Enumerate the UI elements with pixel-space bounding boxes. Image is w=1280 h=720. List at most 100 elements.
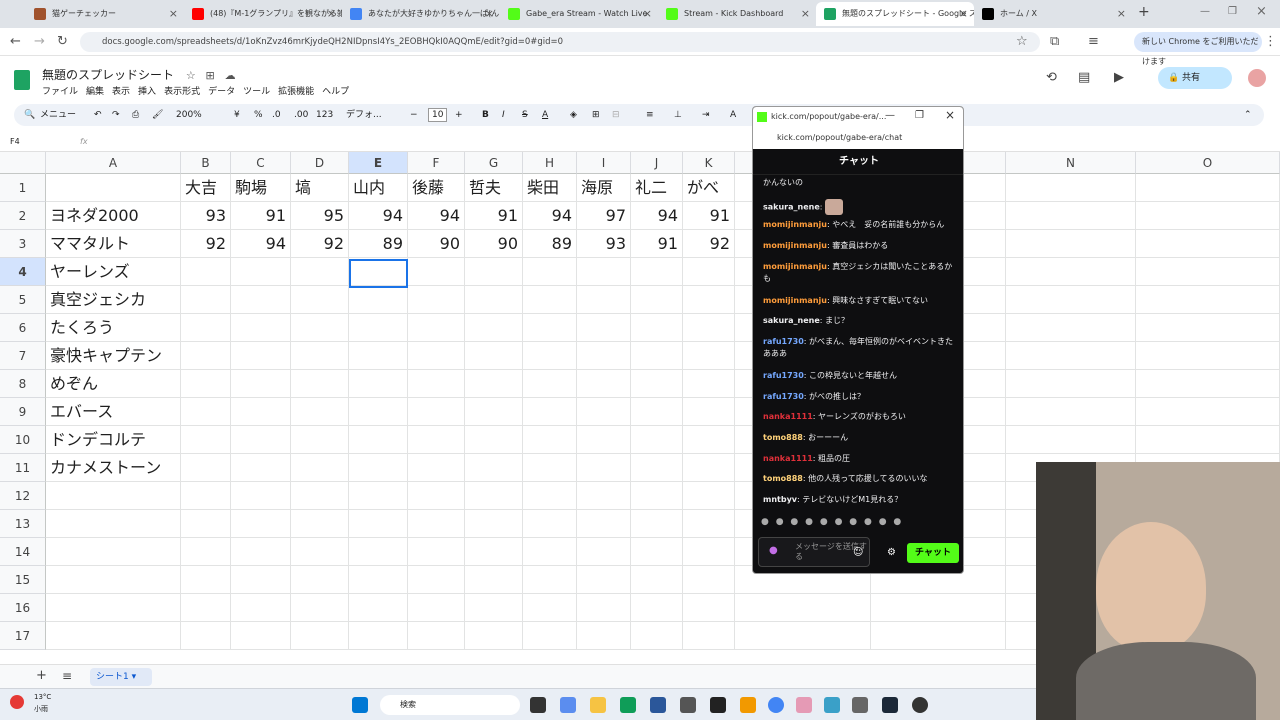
cell[interactable]	[871, 622, 1006, 650]
cell[interactable]: 礼二	[631, 174, 683, 202]
maximize-icon[interactable]: ❐	[915, 110, 924, 121]
cell[interactable]	[465, 342, 523, 370]
cell[interactable]	[1006, 174, 1136, 202]
menu-file[interactable]: ファイル	[42, 87, 78, 97]
star-icon[interactable]: ☆	[186, 69, 196, 82]
col-header-D[interactable]: D	[291, 152, 349, 174]
cell[interactable]	[1136, 230, 1280, 258]
cell[interactable]	[1136, 370, 1280, 398]
task-view-icon[interactable]	[530, 697, 546, 713]
more-formats-button[interactable]: 123	[316, 104, 333, 126]
cell[interactable]	[465, 594, 523, 622]
cell[interactable]	[349, 510, 408, 538]
cell[interactable]	[408, 622, 465, 650]
col-header-J[interactable]: J	[631, 152, 683, 174]
cell[interactable]	[631, 566, 683, 594]
cell[interactable]	[1006, 398, 1136, 426]
obs-icon[interactable]	[912, 697, 928, 713]
cell[interactable]	[46, 510, 181, 538]
cell[interactable]	[1136, 202, 1280, 230]
cell[interactable]	[46, 538, 181, 566]
cell[interactable]	[349, 538, 408, 566]
redo-icon[interactable]: ↷	[112, 104, 120, 126]
cell[interactable]	[577, 594, 631, 622]
cell[interactable]	[181, 594, 231, 622]
minimize-icon[interactable]: —	[885, 110, 895, 121]
col-header-O[interactable]: O	[1136, 152, 1280, 174]
cell[interactable]	[231, 594, 291, 622]
cell[interactable]	[231, 342, 291, 370]
row-header[interactable]: 17	[0, 622, 46, 650]
cell[interactable]	[181, 454, 231, 482]
cell[interactable]	[465, 622, 523, 650]
cell[interactable]	[631, 286, 683, 314]
cell[interactable]: 91	[683, 202, 735, 230]
row-header[interactable]: 13	[0, 510, 46, 538]
cell[interactable]: 94	[349, 202, 408, 230]
cell[interactable]	[1006, 202, 1136, 230]
cell[interactable]	[577, 398, 631, 426]
cell[interactable]	[1006, 342, 1136, 370]
row-header[interactable]: 8	[0, 370, 46, 398]
cell[interactable]	[683, 398, 735, 426]
cell[interactable]	[46, 594, 181, 622]
row-header[interactable]: 3	[0, 230, 46, 258]
col-header-H[interactable]: H	[523, 152, 577, 174]
taskbar-search[interactable]: 検索	[380, 695, 520, 715]
cell[interactable]	[631, 538, 683, 566]
cell[interactable]	[231, 566, 291, 594]
cell[interactable]	[523, 258, 577, 286]
cell[interactable]	[291, 454, 349, 482]
cell[interactable]	[577, 454, 631, 482]
cell[interactable]	[46, 174, 181, 202]
chat-username[interactable]: tomo888	[763, 474, 803, 483]
cell[interactable]	[683, 314, 735, 342]
chat-username[interactable]: mntbyv	[763, 495, 797, 504]
rotate-icon[interactable]: A	[730, 104, 736, 126]
menu-insert[interactable]: 挿入	[138, 87, 156, 97]
cell[interactable]	[1006, 230, 1136, 258]
select-all-corner[interactable]	[0, 152, 46, 174]
menu-extensions[interactable]: 拡張機能	[278, 87, 314, 97]
cell[interactable]	[577, 258, 631, 286]
cell[interactable]	[408, 566, 465, 594]
cell[interactable]	[631, 594, 683, 622]
maximize-icon[interactable]: ❐	[1228, 6, 1237, 17]
cell[interactable]	[408, 510, 465, 538]
cell[interactable]	[577, 538, 631, 566]
cell[interactable]	[231, 286, 291, 314]
store-icon[interactable]	[650, 697, 666, 713]
close-window-icon[interactable]: ×	[1256, 4, 1267, 19]
chat-username[interactable]: nanka1111	[763, 454, 813, 463]
close-icon[interactable]: ×	[1117, 2, 1126, 26]
cell[interactable]	[1136, 398, 1280, 426]
cell[interactable]: 哲夫	[465, 174, 523, 202]
cell[interactable]	[231, 258, 291, 286]
cell[interactable]	[291, 510, 349, 538]
cell[interactable]: 94	[408, 202, 465, 230]
cell[interactable]	[683, 370, 735, 398]
tab-5[interactable]: 無題のスプレッドシート - Google ス ×	[816, 2, 974, 26]
undo-icon[interactable]: ↶	[94, 104, 102, 126]
cell[interactable]	[523, 566, 577, 594]
cell[interactable]	[523, 482, 577, 510]
cell[interactable]: ドンデコルテ	[46, 426, 181, 454]
strikethrough-icon[interactable]: S	[522, 104, 528, 126]
cell[interactable]	[231, 398, 291, 426]
cell[interactable]: カナメストーン	[46, 454, 181, 482]
chat-username[interactable]: momijinmanju	[763, 296, 827, 305]
col-header-I[interactable]: I	[577, 152, 631, 174]
extensions-icon[interactable]: ⧉	[1050, 34, 1059, 49]
cell[interactable]	[465, 286, 523, 314]
menu-tools[interactable]: ツール	[243, 87, 270, 97]
text-color-icon[interactable]: A	[542, 104, 548, 126]
chrome-update-pill[interactable]: 新しい Chrome をご利用いただけます	[1134, 32, 1262, 66]
forward-icon[interactable]: →	[34, 34, 45, 49]
cell[interactable]	[408, 454, 465, 482]
bold-icon[interactable]: B	[482, 104, 489, 126]
explorer-icon[interactable]	[590, 697, 606, 713]
chat-username[interactable]: momijinmanju	[763, 262, 827, 271]
cell[interactable]: 海原	[577, 174, 631, 202]
paint-format-icon[interactable]: 🖌	[152, 104, 163, 126]
col-header-B[interactable]: B	[181, 152, 231, 174]
